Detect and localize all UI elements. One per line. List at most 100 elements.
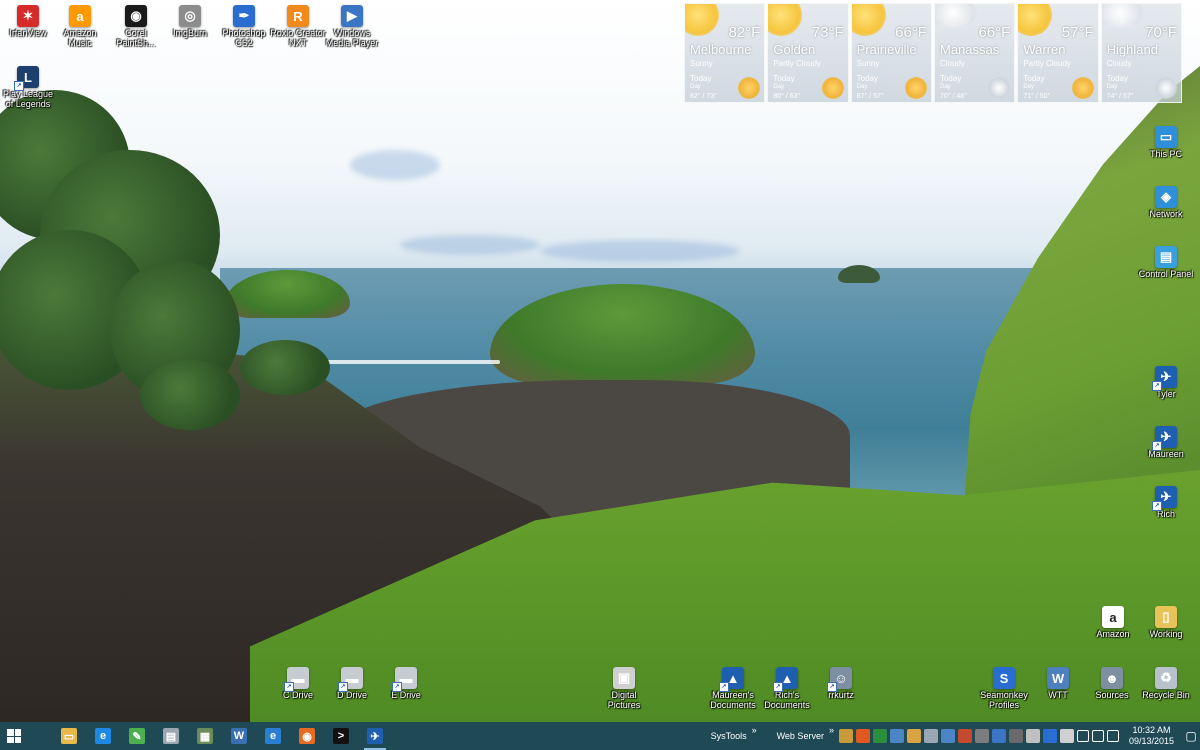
taskbar-file-explorer-button[interactable]: ▭ [52, 722, 86, 750]
windows-media-player-icon: ▶ [341, 5, 363, 27]
tray-app-icon[interactable] [907, 729, 922, 743]
tray-app-icon[interactable] [873, 729, 888, 743]
weather-range: 70° / 48° [939, 93, 967, 100]
tray-app-icon[interactable] [856, 729, 871, 743]
firefox-icon: ◉ [299, 728, 315, 744]
taskbar-notepad-button[interactable]: ▤ [154, 722, 188, 750]
taskbar-edge-button[interactable]: e [86, 722, 120, 750]
corel-paintshop-desktop-icon[interactable]: ◉ Corel PaintSh... [108, 5, 164, 48]
c-drive-desktop-icon[interactable]: ▬ ↗ C Drive [270, 667, 326, 700]
this-pc-icon: ▭ [1155, 126, 1177, 148]
tyler-shortcut-desktop-icon[interactable]: ✈ ↗ Tyler [1138, 366, 1194, 399]
digital-pictures-icon: ▣ [613, 667, 635, 689]
weather-day: Day [690, 84, 701, 90]
tray-app-icon[interactable] [839, 729, 854, 743]
cloud-icon [1101, 4, 1144, 28]
tray-app-icon[interactable] [941, 729, 956, 743]
desktop-icon-label: IrfanView [9, 28, 47, 38]
tray-app-icon[interactable] [924, 729, 939, 743]
desktop-icon-label: Control Panel [1138, 269, 1194, 279]
start-button[interactable] [0, 722, 28, 750]
desktop-icon-label: Corel PaintSh... [116, 28, 156, 48]
wallpaper-tree [140, 360, 240, 430]
roxio-creator-desktop-icon[interactable]: R Roxio Creator NXT [270, 5, 326, 48]
tray-app-icon[interactable] [992, 729, 1007, 743]
file-explorer-icon: ▭ [61, 728, 77, 744]
action-center-icon[interactable]: ▢ [1182, 722, 1200, 750]
league-of-legends-desktop-icon[interactable]: L ↗ Play League of Legends [0, 66, 56, 109]
systools-toolbar[interactable]: SysTools » [705, 725, 757, 741]
weather-temp: 82°F [728, 24, 761, 41]
amazon-music-desktop-icon[interactable]: a Amazon Music [52, 5, 108, 48]
tray-app-icon[interactable] [1060, 729, 1075, 743]
forecast-icon [1071, 77, 1094, 99]
weather-tile[interactable]: 57°F Warren Partly Cloudy Today Day 71° / 50° [1017, 3, 1099, 103]
desktop-icon-label: Maureen's Documents [710, 690, 756, 710]
forecast-icon [821, 77, 844, 99]
tray-app-icon[interactable] [1009, 729, 1024, 743]
control-panel-desktop-icon[interactable]: ▤ Control Panel [1138, 246, 1194, 279]
tray-app-icon[interactable] [958, 729, 973, 743]
recycle-bin-icon: ♻ [1155, 667, 1177, 689]
weather-tile[interactable]: 73°F Golden Partly Cloudy Today Day 80° / 63° [767, 3, 849, 103]
amazon-music-icon: a [69, 5, 91, 27]
imgburn-icon: ◎ [179, 5, 201, 27]
tray-app-icon[interactable] [1043, 729, 1058, 743]
richs-documents-desktop-icon[interactable]: ▲ ↗ Rich's Documents [759, 667, 815, 710]
working-folder-icon: ▯ [1155, 606, 1177, 628]
cloud-icon [934, 4, 977, 28]
sun-icon [1018, 4, 1053, 36]
clock-time: 10:32 AM [1132, 725, 1171, 735]
taskbar-calculator-app-button[interactable]: ▦ [188, 722, 222, 750]
sun-icon [685, 4, 719, 36]
weather-tile[interactable]: 82°F Melbourne Sunny Today Day 82° / 73° [684, 3, 766, 103]
maureens-documents-desktop-icon[interactable]: ▲ ↗ Maureen's Documents [705, 667, 761, 710]
web-server-toolbar[interactable]: Web Server » [771, 725, 834, 741]
network-desktop-icon[interactable]: ◈ Network [1138, 186, 1194, 219]
seamonkey-profiles-desktop-icon[interactable]: S Seamonkey Profiles [976, 667, 1032, 710]
shortcut-arrow-icon: ↗ [284, 682, 294, 692]
tray-app-icon[interactable] [1107, 730, 1120, 742]
tray-app-icon[interactable] [1077, 730, 1090, 742]
taskbar-firefox-button[interactable]: ◉ [290, 722, 324, 750]
weather-condition: Partly Cloudy [773, 59, 821, 68]
desktop-icon-label: Maureen [1148, 449, 1184, 459]
weather-tile[interactable]: 66°F Prairieville Sunny Today Day 87° / 57° [850, 3, 932, 103]
sources-desktop-icon[interactable]: ☻ Sources [1084, 667, 1140, 700]
amazon-desktop-icon[interactable]: a Amazon [1085, 606, 1141, 639]
weather-city: Manassas [939, 42, 1000, 57]
weather-tile[interactable]: 66°F Manassas Cloudy Today Day 70° / 48° [933, 3, 1016, 103]
taskbar-seamonkey-button[interactable]: ✈ [358, 722, 392, 750]
taskbar-word-doc-button[interactable]: W [222, 722, 256, 750]
rich-shortcut-desktop-icon[interactable]: ✈ ↗ Rich [1138, 486, 1194, 519]
taskbar-clock[interactable]: 10:32 AM 09/13/2015 [1121, 725, 1182, 747]
taskbar-command-prompt-button[interactable]: > [324, 722, 358, 750]
tray-app-icon[interactable] [1026, 729, 1041, 743]
rrkurtz-desktop-icon[interactable]: ☺ ↗ rrkurtz [813, 667, 869, 700]
weather-day: Day [773, 84, 784, 90]
taskbar-green-app-button[interactable]: ✎ [120, 722, 154, 750]
weather-day: Day [939, 84, 951, 90]
working-folder-desktop-icon[interactable]: ▯ Working [1138, 606, 1194, 639]
d-drive-desktop-icon[interactable]: ▬ ↗ D Drive [324, 667, 380, 700]
maureen-shortcut-icon: ✈ ↗ [1152, 426, 1177, 451]
maureen-shortcut-desktop-icon[interactable]: ✈ ↗ Maureen [1138, 426, 1194, 459]
tray-app-icon[interactable] [890, 729, 905, 743]
photoshop-desktop-icon[interactable]: ✒ Photoshop CS2 [216, 5, 272, 48]
weather-tile[interactable]: 70°F Highland Cloudy Today Day 74° / 57° [1100, 3, 1182, 103]
imgburn-desktop-icon[interactable]: ◎ ImgBurn [162, 5, 218, 38]
tray-app-icon[interactable] [1092, 730, 1105, 742]
digital-pictures-desktop-icon[interactable]: ▣ Digital Pictures [596, 667, 652, 710]
weather-gadget[interactable]: 82°F Melbourne Sunny Today Day 82° / 73° 73°F G… [684, 3, 1184, 103]
irfanview-desktop-icon[interactable]: ✶ IrfanView [0, 5, 56, 38]
e-drive-desktop-icon[interactable]: ▬ ↗ E Drive [378, 667, 434, 700]
desktop-icon-label: Play League of Legends [2, 89, 54, 109]
this-pc-desktop-icon[interactable]: ▭ This PC [1138, 126, 1194, 159]
weather-range: 71° / 50° [1023, 93, 1051, 100]
taskbar-internet-explorer-button[interactable]: e [256, 722, 290, 750]
c-drive-icon: ▬ ↗ [284, 667, 309, 692]
tray-app-icon[interactable] [975, 729, 990, 743]
windows-media-player-desktop-icon[interactable]: ▶ Windows Media Player [324, 5, 380, 48]
wtt-desktop-icon[interactable]: W WTT [1030, 667, 1086, 700]
recycle-bin-desktop-icon[interactable]: ♻ Recycle Bin [1138, 667, 1194, 700]
